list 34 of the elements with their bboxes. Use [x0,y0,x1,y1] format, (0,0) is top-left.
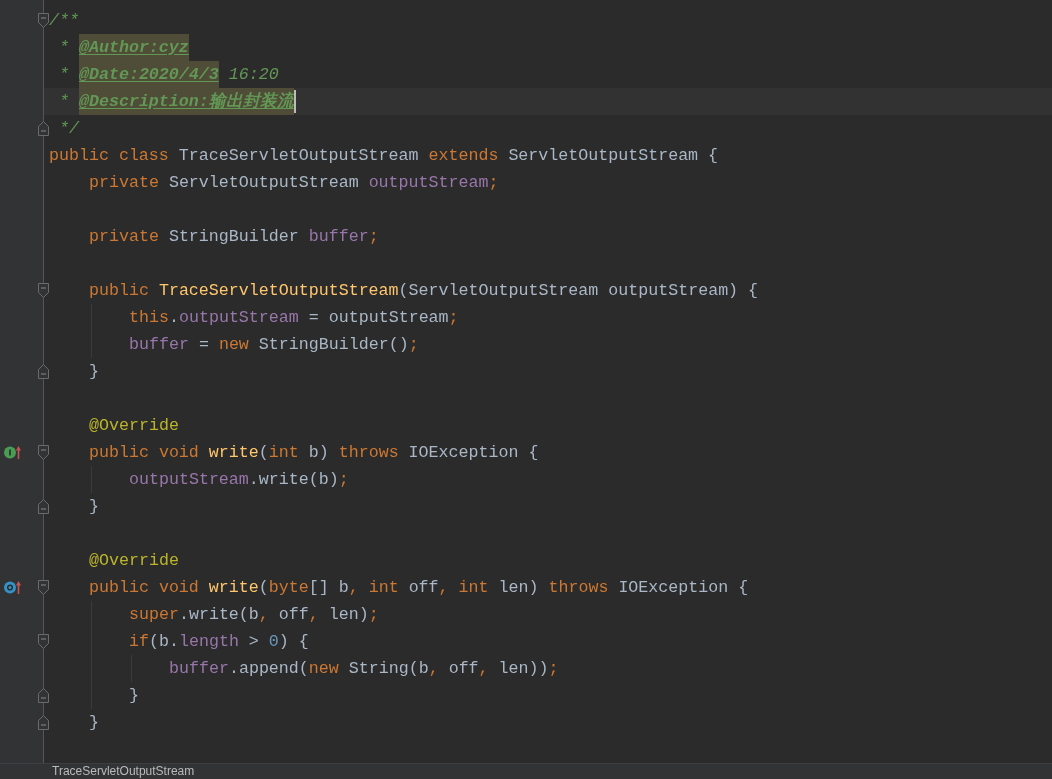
code-line: } [89,361,99,383]
fold-minus-icon[interactable] [38,715,49,730]
code-line: public void write(byte[] b, int off, int len) throws IOException { [89,577,749,599]
code-line: private StringBuilder buffer; [89,226,379,248]
code-line: } [89,712,99,734]
code-line: buffer = new StringBuilder(); [129,334,419,356]
fold-minus-icon[interactable] [38,121,49,136]
doc-comment-line: */ [58,118,79,140]
code-line: outputStream.write(b); [129,469,349,491]
doc-comment-line: /** [49,10,79,32]
code-line: buffer.append(new String(b, off, len)); [169,658,559,680]
text-cursor [293,90,296,113]
code-line: } [89,496,99,518]
fold-minus-icon[interactable] [38,580,49,595]
fold-minus-icon[interactable] [38,283,49,298]
code-line: public class TraceServletOutputStream extends ServletOutputStream { [49,145,719,167]
o-circle-up-arrow-icon[interactable] [4,581,22,594]
i-circle-up-arrow-icon[interactable] [4,446,22,459]
fold-minus-icon[interactable] [38,445,49,460]
code-line: private ServletOutputStream outputStream; [89,172,499,194]
annotation-line: @Override [89,550,179,572]
code-line: } [129,685,139,707]
breadcrumb-item[interactable]: TraceServletOutputStream [52,764,195,779]
fold-minus-icon[interactable] [38,364,49,379]
code-line: public void write(int b) throws IOException { [89,442,539,464]
code-line: super.write(b, off, len); [129,604,379,626]
fold-minus-icon[interactable] [38,13,49,28]
fold-minus-icon[interactable] [38,688,49,703]
fold-minus-icon[interactable] [38,634,49,649]
fold-minus-icon[interactable] [38,499,49,514]
annotation-line: @Override [89,415,179,437]
code-line: if(b.length > 0) { [129,631,309,653]
code-line: this.outputStream = outputStream; [129,307,459,329]
code-line: public TraceServletOutputStream(ServletOutputStream outputStream) { [89,280,759,302]
